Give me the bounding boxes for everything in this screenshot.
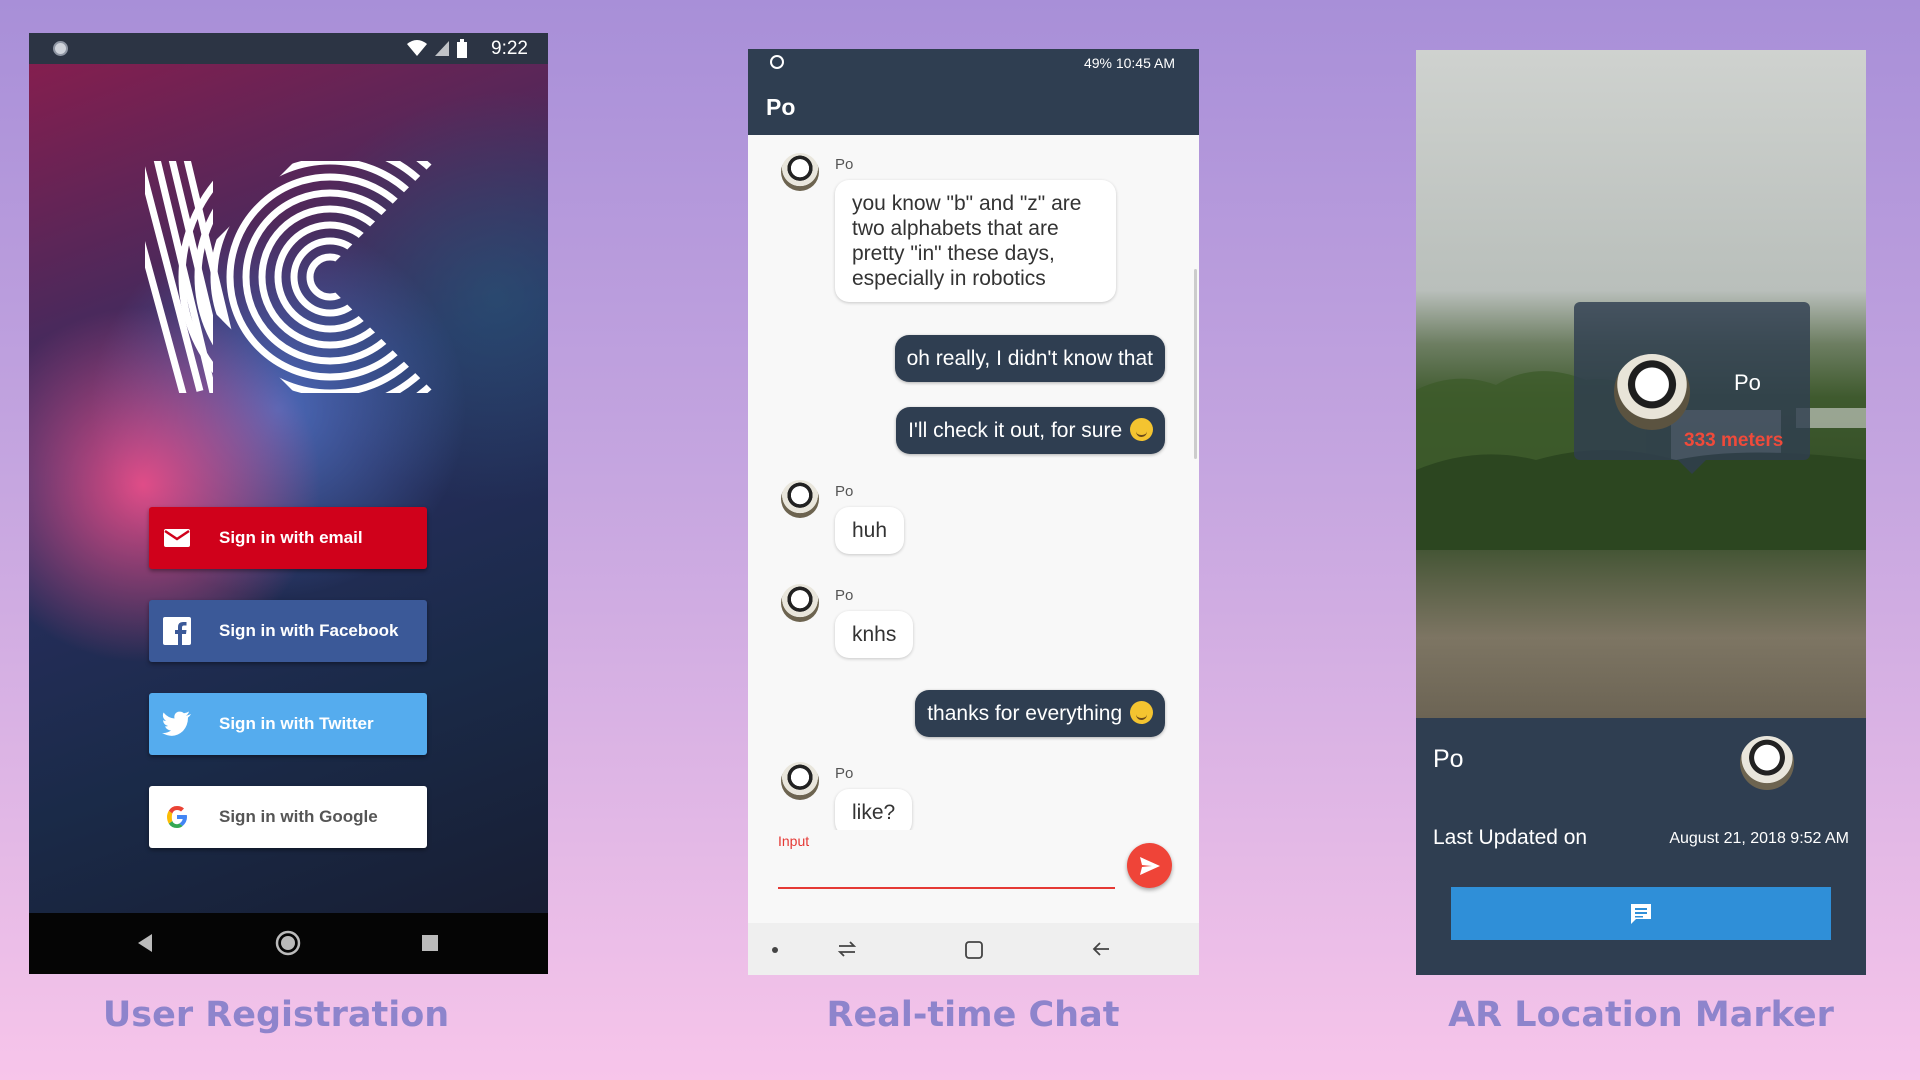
- sender-name: Po: [835, 156, 854, 173]
- person-avatar: [1740, 736, 1794, 790]
- avatar: [781, 153, 819, 191]
- send-button[interactable]: [1127, 843, 1172, 888]
- sign-in-email-label: Sign in with email: [219, 528, 363, 547]
- sign-in-facebook-label: Sign in with Facebook: [219, 621, 399, 640]
- message-text: oh really, I didn't know that: [906, 347, 1153, 370]
- incoming-message: like?: [835, 789, 913, 830]
- notification-dot-icon: [53, 41, 68, 56]
- camera-view: Po 333 meters: [1416, 50, 1866, 718]
- sign-in-twitter-label: Sign in with Twitter: [219, 714, 374, 733]
- sender-name: Po: [835, 587, 854, 604]
- person-name: Po: [1433, 745, 1464, 773]
- sign-in-facebook-button[interactable]: Sign in with Facebook: [149, 600, 427, 662]
- k-logo: [145, 161, 435, 393]
- whatsapp-icon: [770, 55, 784, 69]
- message-input[interactable]: [778, 849, 1115, 887]
- status-text: 49% 10:45 AM: [1083, 55, 1175, 71]
- sign-in-email-button[interactable]: Sign in with email: [149, 507, 427, 569]
- input-underline: [778, 887, 1115, 889]
- back-icon[interactable]: [136, 933, 154, 953]
- facebook-icon: [149, 617, 205, 645]
- home-icon[interactable]: [275, 930, 301, 956]
- outgoing-message: oh really, I didn't know that: [894, 335, 1165, 382]
- wink-emoji-icon: [1130, 418, 1153, 441]
- last-updated-value: August 21, 2018 9:52 AM: [1669, 830, 1849, 847]
- caption-registration: User Registration: [102, 995, 450, 1035]
- smile-emoji-icon: [1130, 701, 1153, 724]
- incoming-message: huh: [835, 507, 905, 554]
- send-icon: [1139, 856, 1160, 875]
- chat-screen: 49% 10:45 AM Po Po you know "b" and "z" …: [748, 49, 1199, 975]
- signal-icon: [435, 41, 449, 56]
- nav-dot-icon: [772, 947, 778, 953]
- message-clip: like?: [748, 785, 1199, 830]
- incoming-message: knhs: [835, 611, 914, 658]
- avatar: [781, 480, 819, 518]
- ar-marker-card[interactable]: Po 333 meters: [1574, 302, 1810, 474]
- recents-icon[interactable]: [837, 940, 857, 958]
- status-icons: [406, 39, 468, 59]
- sign-in-google-label: Sign in with Google: [219, 807, 378, 826]
- caption-ar: AR Location Marker: [1448, 995, 1834, 1035]
- ar-marker-name: Po: [1734, 370, 1761, 395]
- scrollbar[interactable]: [1194, 269, 1197, 459]
- chat-title: Po: [766, 94, 796, 120]
- ar-marker-distance: 333 meters: [1684, 430, 1784, 451]
- twitter-icon: [149, 711, 205, 737]
- sign-in-google-button[interactable]: Sign in with Google: [149, 786, 427, 848]
- ar-screen: Po 333 meters Po Last Updated on August …: [1416, 50, 1866, 975]
- outgoing-message: I'll check it out, for sure: [896, 407, 1165, 454]
- last-updated-label: Last Updated on: [1433, 826, 1588, 849]
- navigation-bar: [29, 913, 548, 974]
- home-icon[interactable]: [964, 940, 984, 960]
- avatar: [781, 584, 819, 622]
- wifi-icon: [407, 40, 427, 56]
- chat-app-bar: Po: [748, 78, 1199, 135]
- message-button[interactable]: [1451, 887, 1831, 940]
- input-label: Input: [778, 833, 810, 849]
- chat-icon: [1631, 903, 1651, 924]
- back-icon[interactable]: [1091, 940, 1111, 958]
- registration-screen: 9:22 Sign in with email Sign in with Fac…: [29, 33, 548, 974]
- sender-name: Po: [835, 765, 854, 782]
- recents-icon[interactable]: [422, 935, 438, 951]
- status-bar: 49% 10:45 AM: [748, 49, 1199, 78]
- incoming-message: you know "b" and "z" are two alphabets t…: [835, 180, 1116, 302]
- caption-chat: Real-time Chat: [826, 995, 1120, 1035]
- google-icon: [149, 803, 205, 831]
- sender-name: Po: [835, 483, 854, 500]
- message-text: thanks for everything: [927, 702, 1123, 725]
- sign-in-twitter-button[interactable]: Sign in with Twitter: [149, 693, 427, 755]
- ar-avatar: [1614, 354, 1690, 430]
- mail-icon: [149, 528, 205, 548]
- message-text: I'll check it out, for sure: [908, 419, 1123, 442]
- status-time: 9:22: [491, 38, 528, 59]
- outgoing-message: thanks for everything: [915, 690, 1165, 737]
- status-bar: 9:22: [29, 33, 548, 64]
- battery-icon: [457, 39, 467, 58]
- navigation-bar: [748, 923, 1199, 975]
